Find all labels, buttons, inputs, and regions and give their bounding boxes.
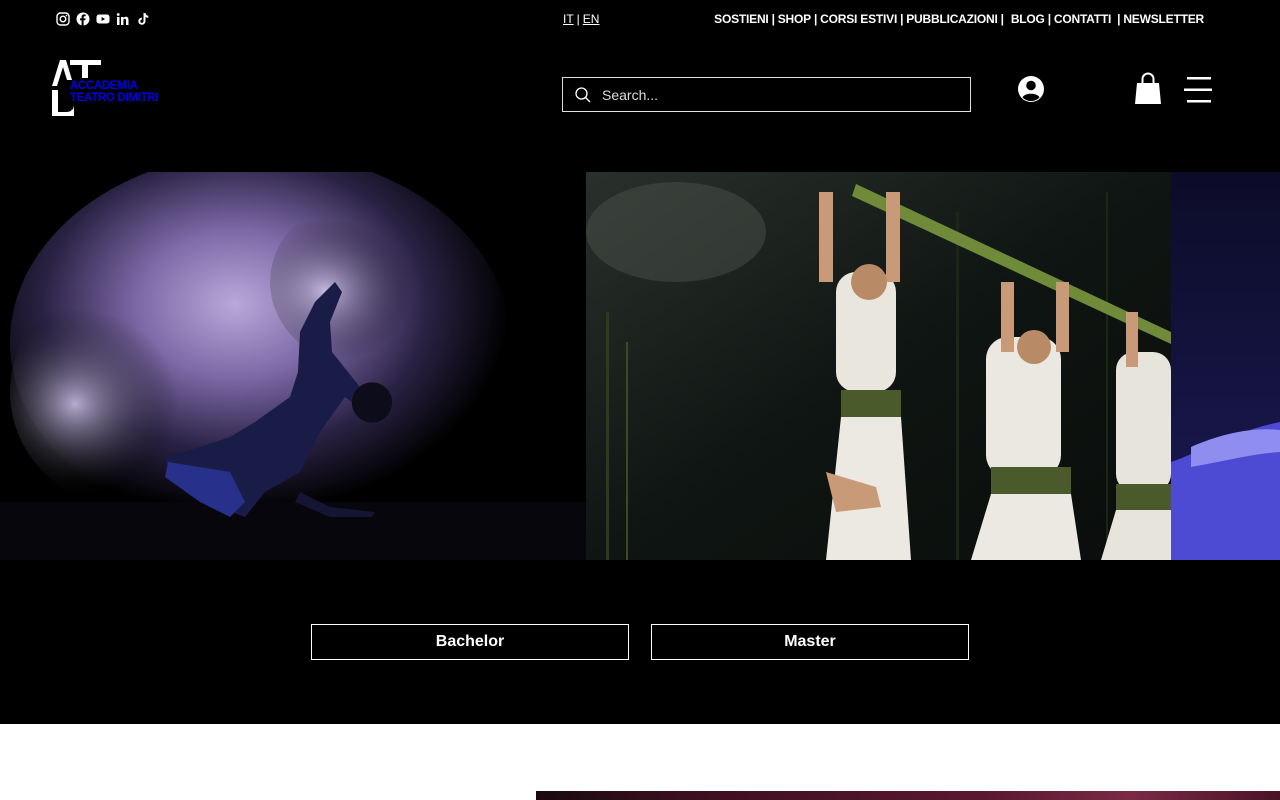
- gallery-image-blue-fabric[interactable]: [1171, 172, 1280, 560]
- nav-separator: |: [1000, 12, 1004, 26]
- language-switcher: IT | EN: [563, 12, 599, 26]
- youtube-link[interactable]: [96, 12, 110, 26]
- facebook-icon: [76, 12, 90, 26]
- search-icon: [575, 86, 591, 102]
- lang-en-link[interactable]: EN: [583, 12, 600, 26]
- social-links: [56, 12, 150, 26]
- next-section: [0, 724, 1280, 800]
- user-icon: [1018, 76, 1044, 102]
- lang-it-link[interactable]: IT: [563, 12, 574, 26]
- nav-separator: |: [771, 12, 775, 26]
- top-bar: IT | EN SOSTIENI | SHOP | CORSI ESTIVI |…: [0, 0, 1280, 40]
- hamburger-menu-icon: [1184, 77, 1212, 103]
- tiktok-link[interactable]: [136, 12, 150, 26]
- logo-line-2: TEATRO DIMITRI: [70, 92, 159, 104]
- youtube-icon: [96, 14, 110, 24]
- gallery-image-performers-bamboo[interactable]: [586, 172, 1171, 560]
- nav-pubblicazioni[interactable]: PUBBLICAZIONI: [906, 12, 998, 26]
- nav-blog[interactable]: BLOG: [1011, 12, 1045, 26]
- facebook-link[interactable]: [76, 12, 90, 26]
- instagram-link[interactable]: [56, 12, 70, 26]
- master-button[interactable]: Master: [651, 624, 969, 660]
- nav-separator: |: [1117, 12, 1121, 26]
- nav-sostieni[interactable]: SOSTIENI: [714, 12, 769, 26]
- nav-corsi-estivi[interactable]: CORSI ESTIVI: [820, 12, 897, 26]
- nav-separator: |: [900, 12, 904, 26]
- cart-button[interactable]: [1134, 72, 1162, 105]
- site-logo[interactable]: ACCADEMIA TEATRO DIMITRI: [52, 60, 167, 118]
- bachelor-button[interactable]: Bachelor: [311, 624, 629, 660]
- next-section-image: [536, 791, 1280, 800]
- hero-gallery: [0, 172, 1280, 560]
- instagram-icon: [56, 12, 70, 26]
- linkedin-link[interactable]: [116, 12, 130, 26]
- nav-separator: |: [813, 12, 818, 26]
- search-box: [562, 77, 971, 112]
- search-input[interactable]: [592, 78, 970, 111]
- gallery-image-dancer-smoke[interactable]: [0, 172, 586, 560]
- menu-button[interactable]: [1184, 76, 1214, 104]
- logo-line-1: ACCADEMIA: [70, 80, 138, 92]
- tiktok-icon: [138, 13, 149, 25]
- linkedin-icon: [116, 13, 129, 25]
- nav-shop[interactable]: SHOP: [778, 12, 811, 26]
- nav-newsletter[interactable]: NEWSLETTER: [1123, 12, 1204, 26]
- nav-separator: |: [1047, 12, 1051, 26]
- shopping-bag-icon: [1135, 72, 1161, 104]
- account-button[interactable]: [1017, 75, 1045, 103]
- nav-contatti[interactable]: CONTATTI: [1054, 12, 1111, 26]
- top-navigation: SOSTIENI | SHOP | CORSI ESTIVI | PUBBLIC…: [714, 12, 1204, 26]
- lang-separator: |: [576, 12, 580, 26]
